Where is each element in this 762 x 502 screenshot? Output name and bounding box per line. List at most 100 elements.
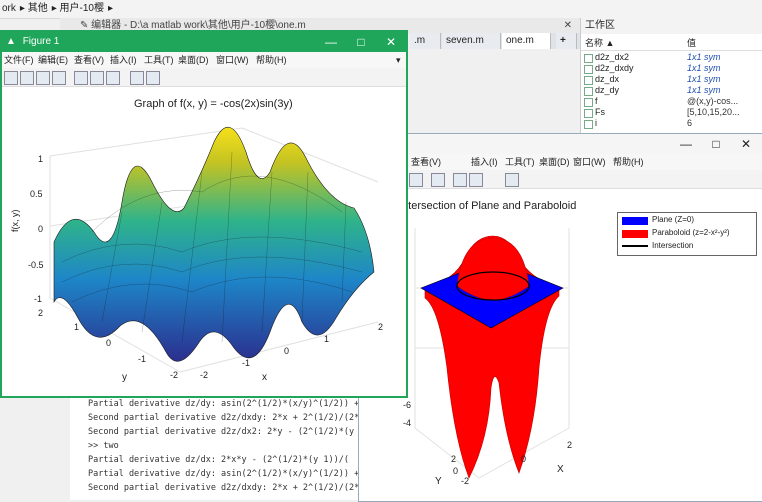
menu-view[interactable]: 查看(V) — [74, 52, 104, 68]
menu-item[interactable]: 窗口(W) — [573, 154, 606, 170]
breadcrumb-item[interactable]: 用户-10樱 — [60, 3, 104, 14]
command-line: Second partial derivative d2z/dxdy: 2*x … — [88, 413, 360, 423]
new-figure-icon[interactable] — [4, 71, 18, 85]
workspace-row[interactable]: Fs [5,10,15,20... — [581, 107, 762, 118]
legend-icon[interactable] — [469, 173, 483, 187]
variable-icon — [584, 76, 593, 85]
command-line: Partial derivative dz/dy: asin(2^(1/2)*(… — [88, 399, 360, 409]
close-button[interactable]: ✕ — [380, 32, 402, 52]
figure1-toolbar — [2, 68, 406, 87]
plot1-axes[interactable] — [2, 112, 406, 398]
y-axis-label: Y — [435, 476, 442, 487]
select-icon[interactable] — [505, 173, 519, 187]
workspace-row[interactable]: dz_dx 1x1 sym — [581, 74, 762, 85]
x-tick-label: 2 — [378, 322, 384, 332]
tab-one[interactable]: one.m — [502, 33, 551, 49]
figure-window-2: — □ ✕ 查看(V) 插入(I) 工具(T) 桌面(D) 窗口(W) 帮助(H… — [358, 133, 762, 502]
variable-icon — [584, 65, 593, 74]
workspace-title: 工作区 — [581, 18, 762, 34]
pointer-icon[interactable] — [409, 173, 423, 187]
figure2-menubar: 查看(V) 插入(I) 工具(T) 桌面(D) 窗口(W) 帮助(H) — [359, 154, 762, 170]
menu-overflow-icon[interactable]: ▾ — [396, 52, 401, 68]
variable-icon — [584, 109, 593, 118]
menu-desktop[interactable]: 桌面(D) — [178, 52, 209, 68]
command-line: >> two — [88, 441, 119, 451]
menu-item[interactable]: 帮助(H) — [613, 154, 644, 170]
colorbar-icon[interactable] — [453, 173, 467, 187]
figure1-titlebar[interactable]: ▲ Figure 1 — □ ✕ — [2, 32, 406, 52]
command-window[interactable]: Partial derivative dz/dy: asin(2^(1/2)*(… — [70, 395, 370, 500]
tab-file[interactable]: .m — [410, 33, 441, 49]
x-tick-label: 0 — [284, 346, 290, 356]
z-tick-label: 1 — [38, 154, 44, 164]
menu-item[interactable]: 桌面(D) — [539, 154, 570, 170]
maximize-button[interactable]: □ — [705, 134, 727, 154]
plot1-title: Graph of f(x, y) = -cos(2x)sin(3y) — [134, 98, 293, 110]
figure1-menubar: 文件(F) 编辑(E) 查看(V) 插入(I) 工具(T) 桌面(D) 窗口(W… — [2, 52, 406, 68]
menu-file[interactable]: 文件(F) — [4, 52, 34, 68]
y-tick-label: 2 — [451, 454, 457, 464]
print-icon[interactable] — [431, 173, 445, 187]
z-tick-label: -1 — [34, 294, 43, 304]
z-tick-label: -6 — [403, 400, 412, 410]
y-tick-label: 2 — [38, 308, 44, 318]
x-tick-label: -1 — [242, 358, 251, 368]
workspace-row[interactable]: dz_dy 1x1 sym — [581, 85, 762, 96]
workspace-header: 名称 ▲ 值 — [581, 36, 762, 51]
menu-item[interactable]: 查看(V) — [411, 154, 441, 170]
workspace-row[interactable]: f @(x,y)-cos... — [581, 96, 762, 107]
menu-tools[interactable]: 工具(T) — [144, 52, 174, 68]
legend-icon[interactable] — [106, 71, 120, 85]
menu-insert[interactable]: 插入(I) — [110, 52, 137, 68]
open-icon[interactable] — [20, 71, 34, 85]
workspace-panel: 工作区 名称 ▲ 值 d2z_dx2 1x1 sym d2z_dxdy 1x1 sy… — [580, 18, 762, 138]
command-line: Partial derivative dz/dx: 2*x*y - (2^(1/… — [88, 455, 349, 465]
editor-close-icon[interactable]: ✕ — [564, 18, 572, 34]
y-tick-label: -2 — [461, 476, 470, 486]
figure2-toolbar — [359, 170, 762, 189]
col-value-header[interactable]: 值 — [687, 36, 696, 50]
breadcrumb-item[interactable]: ork — [2, 3, 16, 14]
y-tick-label: 0 — [453, 466, 459, 476]
y-tick-label: 1 — [74, 322, 80, 332]
surface-plot — [53, 126, 375, 362]
x-tick-label: 1 — [324, 334, 330, 344]
x-tick-label: -2 — [200, 370, 209, 380]
col-name-header[interactable]: 名称 ▲ — [585, 36, 614, 50]
y-tick-label: -1 — [138, 354, 147, 364]
workspace-row[interactable]: d2z_dxdy 1x1 sym — [581, 63, 762, 74]
colorbar-icon[interactable] — [90, 71, 104, 85]
z-tick-label: -0.5 — [28, 260, 44, 270]
x-axis-label: x — [262, 372, 267, 383]
variable-icon — [584, 87, 593, 96]
menu-item[interactable]: 工具(T) — [505, 154, 535, 170]
editor-tabs: .m seven.m one.m + — [410, 33, 580, 49]
menu-help[interactable]: 帮助(H) — [256, 52, 287, 68]
z-tick-label: -4 — [403, 418, 412, 428]
figure-window-1: ▲ Figure 1 — □ ✕ 文件(F) 编辑(E) 查看(V) 插入(I)… — [0, 30, 408, 398]
minimize-button[interactable]: — — [320, 32, 342, 52]
workspace-row[interactable]: i6 — [581, 118, 762, 129]
print-icon[interactable] — [52, 71, 66, 85]
maximize-button[interactable]: □ — [350, 32, 372, 52]
command-line: Second partial derivative d2z/dx2: 2*y -… — [88, 427, 355, 437]
minimize-button[interactable]: — — [675, 134, 697, 154]
menu-window[interactable]: 窗口(W) — [216, 52, 249, 68]
select-icon[interactable] — [146, 71, 160, 85]
tab-seven[interactable]: seven.m — [442, 33, 501, 49]
plot2-axes[interactable] — [359, 188, 762, 500]
x-tick-label: 0 — [521, 454, 527, 464]
workspace-row[interactable]: d2z_dx2 1x1 sym — [581, 52, 762, 63]
link-icon[interactable] — [74, 71, 88, 85]
breadcrumb-item[interactable]: 其他 — [28, 3, 48, 14]
save-icon[interactable] — [36, 71, 50, 85]
menu-item[interactable]: 插入(I) — [471, 154, 498, 170]
matlab-icon: ▲ — [6, 36, 16, 47]
add-tab-button[interactable]: + — [556, 33, 577, 49]
variable-icon — [584, 54, 593, 63]
pointer-icon[interactable] — [130, 71, 144, 85]
variable-icon — [584, 120, 593, 129]
paraboloid-cap — [456, 237, 530, 301]
close-button[interactable]: ✕ — [735, 134, 757, 154]
menu-edit[interactable]: 编辑(E) — [38, 52, 68, 68]
